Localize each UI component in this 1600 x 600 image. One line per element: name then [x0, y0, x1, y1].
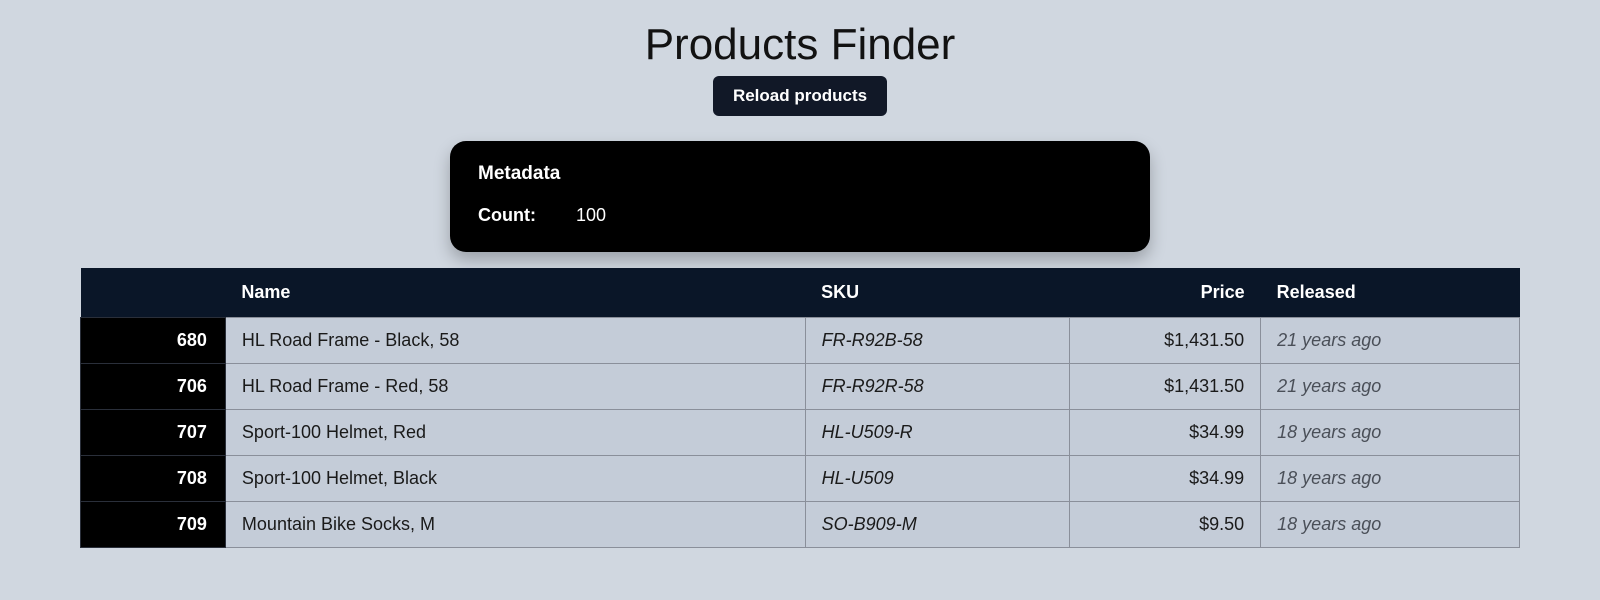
metadata-card: Metadata Count: 100: [450, 141, 1150, 252]
cell-sku: FR-R92B-58: [805, 318, 1069, 364]
cell-name: Sport-100 Helmet, Red: [225, 410, 805, 456]
cell-released: 21 years ago: [1261, 318, 1520, 364]
cell-released: 18 years ago: [1261, 456, 1520, 502]
cell-sku: HL-U509: [805, 456, 1069, 502]
cell-id: 707: [81, 410, 226, 456]
cell-id: 708: [81, 456, 226, 502]
cell-id: 709: [81, 502, 226, 548]
cell-sku: FR-R92R-58: [805, 364, 1069, 410]
table-row: 708Sport-100 Helmet, BlackHL-U509$34.991…: [81, 456, 1520, 502]
cell-price: $1,431.50: [1069, 318, 1261, 364]
cell-price: $34.99: [1069, 410, 1261, 456]
cell-name: Mountain Bike Socks, M: [225, 502, 805, 548]
col-header-id: [81, 268, 226, 318]
cell-name: HL Road Frame - Red, 58: [225, 364, 805, 410]
table-row: 706HL Road Frame - Red, 58FR-R92R-58$1,4…: [81, 364, 1520, 410]
metadata-count-value: 100: [576, 205, 606, 226]
cell-name: HL Road Frame - Black, 58: [225, 318, 805, 364]
cell-released: 18 years ago: [1261, 410, 1520, 456]
table-row: 680HL Road Frame - Black, 58FR-R92B-58$1…: [81, 318, 1520, 364]
cell-price: $34.99: [1069, 456, 1261, 502]
cell-id: 706: [81, 364, 226, 410]
col-header-price: Price: [1069, 268, 1261, 318]
cell-price: $1,431.50: [1069, 364, 1261, 410]
cell-id: 680: [81, 318, 226, 364]
col-header-name: Name: [225, 268, 805, 318]
metadata-heading: Metadata: [478, 163, 1122, 185]
cell-name: Sport-100 Helmet, Black: [225, 456, 805, 502]
cell-sku: SO-B909-M: [805, 502, 1069, 548]
cell-released: 21 years ago: [1261, 364, 1520, 410]
metadata-count-label: Count:: [478, 205, 536, 226]
reload-products-button[interactable]: Reload products: [713, 76, 887, 116]
products-table-wrap: Name SKU Price Released 680HL Road Frame…: [80, 268, 1520, 548]
col-header-released: Released: [1261, 268, 1520, 318]
cell-sku: HL-U509-R: [805, 410, 1069, 456]
table-row: 709Mountain Bike Socks, MSO-B909-M$9.501…: [81, 502, 1520, 548]
cell-released: 18 years ago: [1261, 502, 1520, 548]
cell-price: $9.50: [1069, 502, 1261, 548]
page-title: Products Finder: [645, 20, 956, 70]
products-table: Name SKU Price Released 680HL Road Frame…: [80, 268, 1520, 548]
table-row: 707Sport-100 Helmet, RedHL-U509-R$34.991…: [81, 410, 1520, 456]
col-header-sku: SKU: [805, 268, 1069, 318]
